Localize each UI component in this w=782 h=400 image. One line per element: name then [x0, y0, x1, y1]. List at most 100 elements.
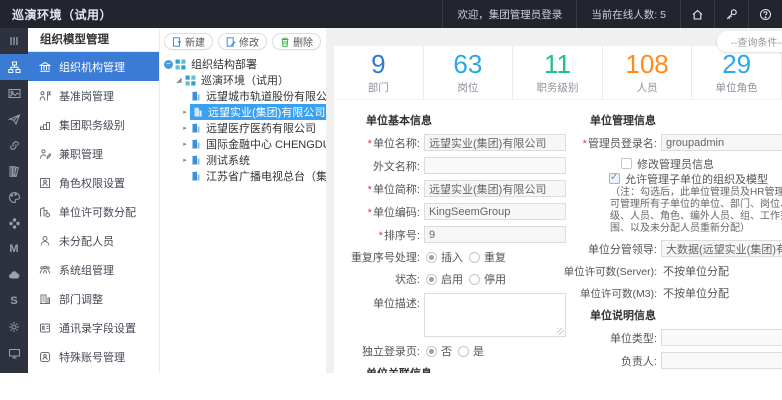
building-icon	[38, 293, 52, 305]
sidebar-item-dept-adjust[interactable]: 部门调整	[28, 284, 159, 313]
content-panel: --查询条件-- 9 部门 63 岗位 11 职务级别 108 人员 29 单位…	[334, 28, 782, 373]
sort-no-input[interactable]	[424, 226, 566, 243]
stat-label: 人员	[603, 80, 692, 95]
online-count: 当前在线人数: 5	[576, 0, 680, 28]
person-pen-icon	[38, 148, 52, 160]
foreign-name-input[interactable]	[424, 157, 566, 174]
sidebar-header: 组织模型管理	[28, 28, 159, 52]
sidebar-item-group-job-level[interactable]: 集团职务级别	[28, 110, 159, 139]
radio-repeat[interactable]	[469, 252, 480, 263]
tree-node-company[interactable]: 江苏省广播电视总台（集团）	[160, 168, 326, 184]
stat-value: 108	[603, 49, 692, 79]
expanded-arrow-icon[interactable]: ◢	[174, 76, 184, 84]
palette-module-icon[interactable]	[0, 184, 28, 210]
radio-enable[interactable]	[426, 274, 437, 285]
unit-name-label: 单位名称:	[334, 135, 420, 151]
allow-manage-checkbox[interactable]	[609, 173, 620, 184]
group-icon	[38, 264, 52, 276]
send-module-icon[interactable]	[0, 106, 28, 132]
allow-manage-label: 允许管理子单位的组织及模型	[625, 171, 768, 187]
unit-desc-textarea[interactable]	[424, 293, 566, 337]
collapse-menu-icon[interactable]	[0, 28, 28, 54]
admin-login-label: 管理员登录名:	[575, 135, 657, 151]
tree-node-company[interactable]: ▸ 远望医疗医药有限公司	[160, 120, 326, 136]
status-label: 状态:	[334, 271, 420, 287]
tree-node-root[interactable]: − 组织结构部署	[160, 56, 326, 72]
collapsed-arrow-icon[interactable]: ▸	[180, 156, 190, 164]
server-license-value: 不按单位分配	[663, 263, 729, 279]
org-model-module-icon[interactable]	[0, 54, 28, 80]
key-icon[interactable]	[714, 0, 748, 28]
unit-code-input[interactable]	[424, 203, 566, 220]
env-icon	[185, 75, 196, 86]
library-module-icon[interactable]	[0, 158, 28, 184]
stat-value: 29	[692, 49, 781, 79]
gear-module-icon[interactable]	[0, 314, 28, 340]
radio-standalone-no[interactable]	[426, 346, 437, 357]
tree-node-company[interactable]: ▸ 国际金融中心 CHENGDU IFS	[160, 136, 326, 152]
new-button-label: 新建	[185, 34, 205, 49]
cloud-module-icon[interactable]	[0, 262, 28, 288]
short-name-input[interactable]	[424, 180, 566, 197]
server-license-label: 单位许可数(Server):	[563, 264, 657, 279]
tree-node-env[interactable]: ◢ 巡演环境（试用）	[160, 72, 326, 88]
radio-yes-label: 是	[473, 343, 484, 359]
tree-node-company-selected[interactable]: ▸ 远望实业(集团)有限公司	[160, 104, 326, 120]
company-icon	[191, 123, 201, 133]
sidebar-item-unassigned-person[interactable]: 未分配人员	[28, 226, 159, 255]
owner-input[interactable]	[661, 352, 782, 369]
sidebar-item-base-post[interactable]: 基准岗管理	[28, 81, 159, 110]
radio-disable[interactable]	[469, 274, 480, 285]
radio-standalone-yes[interactable]	[458, 346, 469, 357]
collapse-toggle-icon[interactable]: −	[164, 60, 173, 69]
sidebar-item-label: 基准岗管理	[59, 88, 114, 104]
sidebar-item-org-structure[interactable]: 组织机构管理	[28, 52, 159, 81]
collapsed-arrow-icon[interactable]: ▸	[180, 140, 190, 148]
unit-name-input[interactable]	[424, 134, 566, 151]
stat-label: 单位角色	[692, 80, 781, 95]
sidebar-item-special-account[interactable]: 特殊账号管理	[28, 342, 159, 371]
sidebar-item-label: 部门调整	[59, 291, 103, 307]
radio-enable-label: 启用	[441, 271, 463, 287]
leader-input[interactable]	[661, 240, 782, 257]
tree-node-company[interactable]: 远望城市轨道股份有限公司	[160, 88, 326, 104]
unit-type-input[interactable]	[661, 329, 782, 346]
sidebar-item-unit-license[interactable]: 单位许可数分配	[28, 197, 159, 226]
tree-node-label: 远望实业(集团)有限公司	[206, 104, 327, 120]
steps-icon	[38, 119, 52, 131]
edit-button[interactable]: 修改	[218, 33, 267, 50]
new-button[interactable]: 新建	[164, 33, 213, 50]
badge-person-icon	[38, 351, 52, 363]
resize-grip-icon[interactable]	[557, 328, 564, 335]
query-condition-button[interactable]: --查询条件--	[717, 31, 782, 52]
tree-node-label: 组织结构部署	[189, 56, 259, 72]
collapsed-arrow-icon[interactable]: ▸	[180, 124, 190, 132]
flower-module-icon[interactable]	[0, 210, 28, 236]
tree-node-label: 远望城市轨道股份有限公司	[204, 88, 340, 104]
sidebar-item-label: 通讯录字段设置	[59, 320, 136, 336]
sidebar-item-system-group[interactable]: 系统组管理	[28, 255, 159, 284]
trash-icon	[280, 37, 290, 47]
org-tree-panel: 新建 修改 删除 − 组织结构部署 ◢ 巡演环境（试用）	[160, 28, 326, 373]
link-module-icon[interactable]	[0, 132, 28, 158]
help-icon[interactable]	[748, 0, 782, 28]
sidebar-item-label: 系统组管理	[59, 262, 114, 278]
admin-info-header: 单位管理信息	[590, 112, 782, 126]
image-module-icon[interactable]	[0, 80, 28, 106]
admin-login-input[interactable]	[661, 134, 782, 151]
stat-label: 岗位	[424, 80, 513, 95]
m-module-icon[interactable]: M	[0, 236, 28, 262]
id-card-icon	[38, 177, 52, 189]
delete-button[interactable]: 删除	[272, 33, 321, 50]
m3-license-value: 不按单位分配	[663, 285, 729, 301]
tree-node-company[interactable]: ▸ 测试系统	[160, 152, 326, 168]
sidebar-item-contact-fields[interactable]: 通讯录字段设置	[28, 313, 159, 342]
sidebar-item-part-time[interactable]: 兼职管理	[28, 139, 159, 168]
home-icon[interactable]	[680, 0, 714, 28]
s-module-icon[interactable]: S	[0, 288, 28, 314]
modify-admin-checkbox[interactable]	[621, 158, 632, 169]
radio-insert[interactable]	[426, 252, 437, 263]
sidebar-item-role-permission[interactable]: 角色权限设置	[28, 168, 159, 197]
monitor-module-icon[interactable]	[0, 340, 28, 366]
collapsed-arrow-icon[interactable]: ▸	[180, 108, 190, 116]
